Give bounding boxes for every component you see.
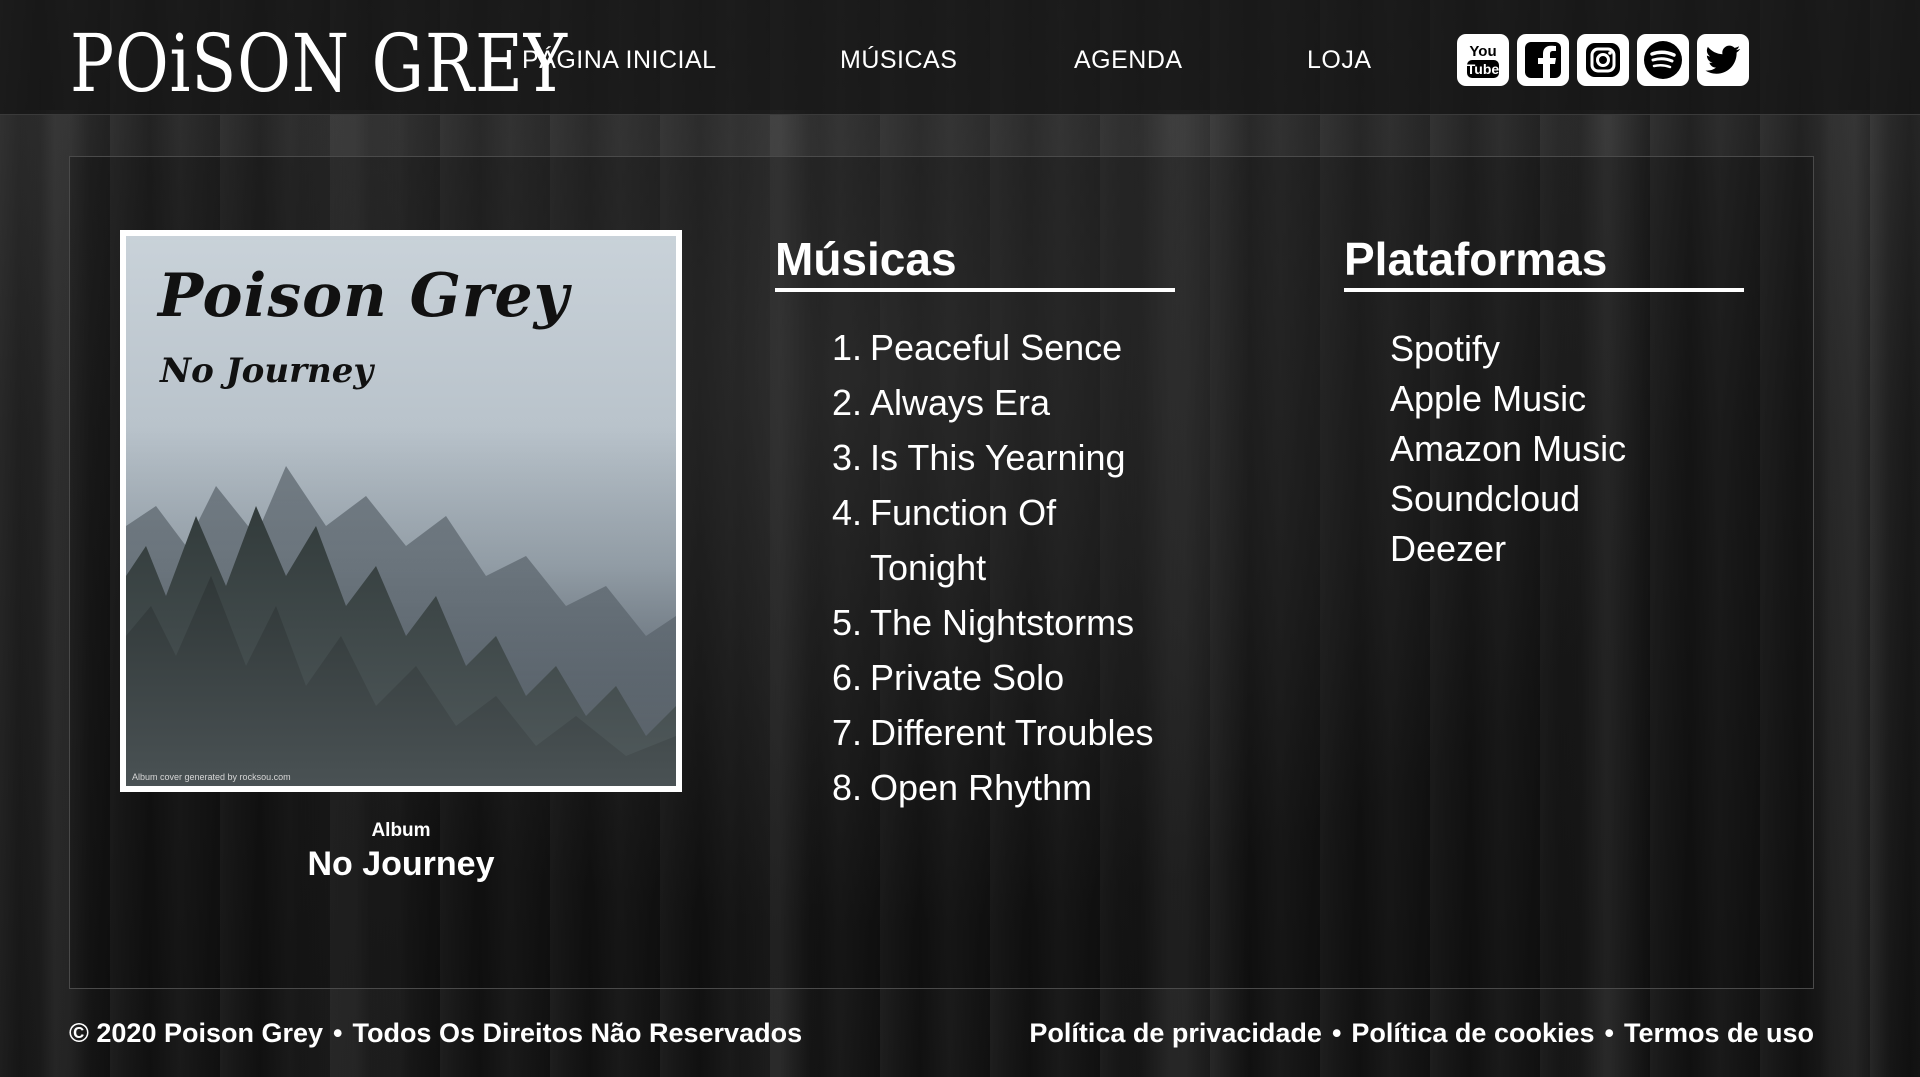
twitter-icon[interactable] — [1697, 34, 1749, 86]
site-footer: © 2020 Poison Grey • Todos Os Direitos Não… — [0, 1018, 1920, 1060]
platform-link-deezer[interactable]: Deezer — [1390, 524, 1626, 574]
track-list: 1. Peaceful Sence 2. Always Era 3. Is This … — [818, 320, 1190, 815]
platform-link-amazon-music[interactable]: Amazon Music — [1390, 424, 1626, 474]
cookie-policy-link[interactable]: Política de cookies — [1351, 1018, 1594, 1048]
footer-bullet: • — [333, 1018, 343, 1048]
youtube-icon[interactable]: You Tube — [1457, 34, 1509, 86]
svg-text:You: You — [1469, 43, 1496, 60]
background-tree-trunk — [1820, 110, 1890, 1077]
nav-item-agenda[interactable]: AGENDA — [1074, 46, 1183, 75]
privacy-policy-link[interactable]: Política de privacidade — [1029, 1018, 1322, 1048]
track-item[interactable]: 3. Is This Yearning — [818, 430, 1190, 485]
nav-item-pagina-inicial[interactable]: PÁGINA INICIAL — [522, 46, 717, 75]
footer-links: Política de privacidade • Política de cook… — [1029, 1018, 1814, 1049]
svg-text:Tube: Tube — [1467, 61, 1500, 77]
facebook-icon[interactable] — [1517, 34, 1569, 86]
footer-bullet: • — [1331, 1018, 1342, 1048]
track-item[interactable]: 2. Always Era — [818, 375, 1190, 430]
cover-album-title: No Journey — [160, 351, 374, 391]
musicas-heading: Músicas — [775, 232, 1175, 292]
track-item[interactable]: 1. Peaceful Sence — [818, 320, 1190, 375]
social-links: You Tube — [1457, 34, 1749, 86]
track-item[interactable]: 6. Private Solo — [818, 650, 1190, 705]
album-label: Album — [371, 820, 431, 841]
track-item[interactable]: 7. Different Troubles — [818, 705, 1190, 760]
footer-copyright: © 2020 Poison Grey • Todos Os Direitos Não… — [69, 1018, 802, 1049]
plataformas-heading: Plataformas — [1344, 232, 1744, 292]
footer-bullet: • — [1604, 1018, 1614, 1048]
spotify-icon[interactable] — [1637, 34, 1689, 86]
copyright-text: © 2020 Poison Grey — [69, 1018, 324, 1048]
rights-text: Todos Os Direitos Não Reservados — [352, 1018, 803, 1048]
nav-item-loja[interactable]: LOJA — [1307, 46, 1372, 75]
track-item[interactable]: 5. The Nightstorms — [818, 595, 1190, 650]
instagram-icon[interactable] — [1577, 34, 1629, 86]
cover-band-title: Poison Grey — [158, 261, 570, 331]
track-item[interactable]: 4. Function Of Tonight — [818, 485, 1190, 595]
platform-list: Spotify Apple Music Amazon Music Soundcl… — [1390, 324, 1626, 574]
cover-credit: Album cover generated by rocksou.com — [132, 772, 291, 782]
platform-link-apple-music[interactable]: Apple Music — [1390, 374, 1626, 424]
terms-of-use-link[interactable]: Termos de uso — [1624, 1018, 1814, 1048]
album-name: No Journey — [307, 845, 495, 883]
brand-logo[interactable]: POiSON GREY — [70, 20, 568, 108]
forest-illustration — [126, 406, 676, 786]
track-item[interactable]: 8. Open Rhythm — [818, 760, 1190, 815]
album-cover[interactable]: Poison Grey No Journey Album cover gener… — [120, 230, 682, 792]
platform-link-spotify[interactable]: Spotify — [1390, 324, 1626, 374]
nav-item-musicas[interactable]: MÚSICAS — [840, 46, 957, 75]
site-header: POiSON GREY PÁGINA INICIAL MÚSICAS AGEND… — [0, 0, 1920, 115]
platform-link-soundcloud[interactable]: Soundcloud — [1390, 474, 1626, 524]
